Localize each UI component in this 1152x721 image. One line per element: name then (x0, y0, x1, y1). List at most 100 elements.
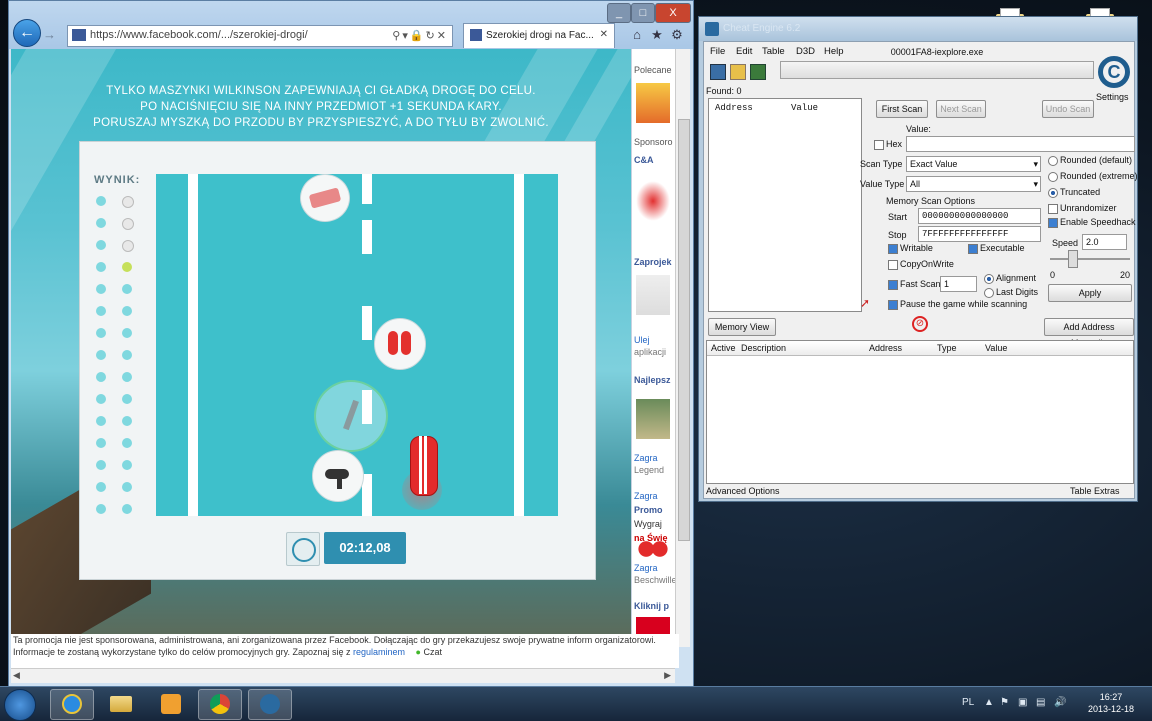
scan-type-select[interactable]: Exact Value ▾ (906, 156, 1041, 172)
monitor-icon[interactable]: ▣ (1018, 697, 1027, 708)
close-tab-icon[interactable]: ✕ (600, 29, 608, 40)
pause-game-checkbox[interactable] (888, 300, 898, 310)
sidebar-link[interactable]: C&A (634, 155, 654, 165)
sidebar-link[interactable]: Zaprojek (634, 257, 672, 267)
col-type[interactable]: Type (937, 343, 957, 353)
taskbar-cheat-engine[interactable] (248, 689, 292, 720)
fast-scan-input[interactable]: 1 (940, 276, 977, 292)
system-clock[interactable]: 16:27 2013-12-18 (1084, 691, 1138, 715)
open-file-icon[interactable] (730, 64, 746, 80)
close-button[interactable]: X (655, 3, 691, 23)
memory-view-button[interactable]: Memory View (708, 318, 776, 336)
sidebar-link[interactable]: Ulej (634, 335, 650, 345)
col-active[interactable]: Active (711, 343, 736, 353)
value-type-label: Value Type (860, 179, 905, 189)
back-button[interactable]: ← (13, 19, 41, 47)
ce-title-bar[interactable]: Cheat Engine 6.2 (699, 17, 1137, 41)
menu-file[interactable]: File (710, 46, 725, 57)
rounded-default-radio[interactable] (1048, 156, 1058, 166)
fast-scan-checkbox[interactable] (888, 280, 898, 290)
player-car[interactable] (402, 436, 442, 510)
speedhack-checkbox[interactable] (1048, 218, 1058, 228)
taskbar-chrome[interactable] (198, 689, 242, 720)
sidebar-link[interactable]: Promo (634, 505, 663, 515)
tray-arrow-icon[interactable]: ▲ (984, 697, 994, 708)
taskbar-explorer[interactable] (100, 689, 142, 718)
table-extras-link[interactable]: Table Extras (1070, 486, 1120, 496)
taskbar-ie[interactable] (50, 689, 94, 720)
scroll-right-icon[interactable]: ▶ (664, 670, 671, 681)
home-icon[interactable]: ⌂ (629, 27, 645, 43)
truncated-radio[interactable] (1048, 188, 1058, 198)
unrandomizer-checkbox[interactable] (1048, 204, 1058, 214)
advanced-options-link[interactable]: Advanced Options (706, 486, 780, 496)
col-value[interactable]: Value (985, 343, 1007, 353)
start-address-input[interactable]: 0000000000000000 (918, 208, 1041, 224)
sidebar-link[interactable]: Najlepsz (634, 375, 671, 385)
ce-logo-icon[interactable]: C (1098, 56, 1130, 88)
address-bar-icons[interactable]: ⚲▾🔒↻✕ (392, 29, 448, 42)
value-input[interactable] (906, 136, 1135, 152)
sidebar-link[interactable]: Zagra (634, 563, 658, 573)
minimize-button[interactable]: _ (607, 3, 631, 23)
chat-button[interactable]: ● Czat (416, 647, 442, 657)
ad-thumbnail[interactable] (636, 181, 670, 221)
copyonwrite-label: CopyOnWrite (900, 259, 954, 269)
sidebar-link[interactable]: Zagra (634, 491, 658, 501)
scroll-left-icon[interactable]: ◀ (13, 670, 20, 681)
speed-slider-track[interactable] (1050, 258, 1130, 260)
sidebar-link[interactable]: Kliknij p (634, 601, 669, 611)
sidebar-link[interactable]: Zagra (634, 453, 658, 463)
ad-thumbnail[interactable] (636, 617, 670, 634)
first-scan-button[interactable]: First Scan (876, 100, 928, 118)
last-digits-radio[interactable] (984, 288, 994, 298)
star-icon[interactable]: ★ (649, 27, 665, 43)
stop-icon[interactable]: ⊘ (912, 316, 928, 332)
hex-checkbox[interactable] (874, 140, 884, 150)
language-indicator[interactable]: PL (962, 697, 974, 708)
stop-address-input[interactable]: 7FFFFFFFFFFFFFFF (918, 226, 1041, 242)
col-description[interactable]: Description (741, 343, 786, 353)
scan-results-list[interactable]: Address Value (708, 98, 862, 312)
gear-icon[interactable]: ⚙ (669, 27, 685, 43)
flag-icon[interactable]: ⚑ (1000, 697, 1009, 708)
menu-edit[interactable]: Edit (736, 46, 752, 57)
game-thumbnail[interactable] (636, 83, 670, 123)
next-scan-button[interactable]: Next Scan (936, 100, 986, 118)
horizontal-scrollbar[interactable]: ◀ ▶ (11, 668, 675, 683)
ad-thumbnail[interactable] (636, 275, 670, 315)
save-icon[interactable] (750, 64, 766, 80)
undo-scan-button[interactable]: Undo Scan (1042, 100, 1094, 118)
game-road[interactable] (156, 174, 558, 516)
hairdryer-obstacle-icon (312, 450, 364, 502)
col-address[interactable]: Address (869, 343, 902, 353)
value-type-select[interactable]: All ▾ (906, 176, 1041, 192)
speed-input[interactable]: 2.0 (1082, 234, 1127, 250)
add-address-button[interactable]: Add Address Manually (1044, 318, 1134, 348)
rounded-extreme-radio[interactable] (1048, 172, 1058, 182)
address-bar[interactable]: https://www.facebook.com/.../szerokiej-d… (67, 25, 453, 47)
tab-active[interactable]: Szerokiej drogi na Fac... ✕ (463, 23, 615, 48)
executable-checkbox[interactable] (968, 244, 978, 254)
score-dot (96, 284, 106, 294)
volume-icon[interactable]: 🔊 (1054, 697, 1066, 708)
ad-thumbnail[interactable] (636, 541, 670, 557)
apply-button[interactable]: Apply (1048, 284, 1132, 302)
alignment-radio[interactable] (984, 274, 994, 284)
settings-link[interactable]: Settings (1096, 92, 1129, 102)
network-icon[interactable]: ▤ (1036, 697, 1045, 708)
address-list-table[interactable]: Active Description Address Type Value (706, 340, 1134, 484)
maximize-button[interactable]: □ (631, 3, 655, 23)
forward-icon[interactable]: → (43, 27, 61, 43)
game-area[interactable]: TYLKO MASZYNKI WILKINSON ZAPEWNIAJĄ CI G… (11, 49, 631, 634)
vertical-scrollbar[interactable] (675, 49, 690, 647)
pointer-icon[interactable]: ➚ (858, 296, 872, 310)
writable-checkbox[interactable] (888, 244, 898, 254)
open-process-icon[interactable] (710, 64, 726, 80)
game-thumbnail[interactable] (636, 399, 670, 439)
taskbar-media[interactable] (150, 689, 192, 718)
start-button[interactable] (4, 689, 36, 721)
speed-slider-thumb[interactable] (1068, 250, 1078, 268)
regulations-link[interactable]: regulaminem (353, 647, 405, 657)
copyonwrite-checkbox[interactable] (888, 260, 898, 270)
